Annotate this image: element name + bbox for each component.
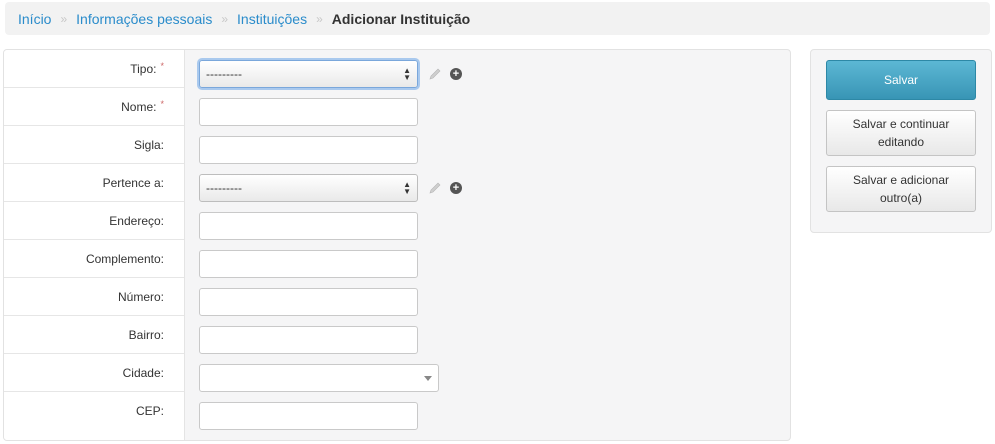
add-circle-icon[interactable]: +: [450, 182, 462, 194]
breadcrumb-link-inicio[interactable]: Início: [18, 11, 51, 27]
breadcrumb-separator: »: [60, 11, 68, 26]
chevron-down-icon: [424, 376, 432, 381]
pencil-icon[interactable]: [428, 67, 442, 81]
bairro-input[interactable]: [199, 326, 418, 354]
cidade-combobox[interactable]: [199, 364, 439, 392]
form-row-pertence-a: Pertence a: --------- ▲ ▼ +: [4, 164, 790, 202]
field-label-pertence-a: Pertence a:: [102, 176, 164, 190]
cep-input[interactable]: [199, 402, 418, 430]
required-marker: *: [160, 61, 164, 71]
required-marker: *: [160, 99, 164, 109]
endereco-input[interactable]: [199, 212, 418, 240]
field-label-complemento: Complemento:: [85, 252, 164, 266]
breadcrumb-link-instituicoes[interactable]: Instituições: [237, 11, 307, 27]
breadcrumb-current: Adicionar Instituição: [331, 10, 471, 27]
pertence-a-select[interactable]: --------- ▲ ▼: [199, 174, 418, 202]
form-row-tipo: Tipo: * --------- ▲ ▼ +: [4, 50, 790, 88]
form-row-endereco: Endereço:: [4, 202, 790, 240]
breadcrumb-link-informacoes-pessoais[interactable]: Informações pessoais: [76, 11, 212, 27]
save-and-continue-button[interactable]: Salvar e continuar editando: [826, 110, 976, 156]
field-label-tipo: Tipo: *: [130, 61, 164, 76]
field-label-endereco: Endereço:: [109, 214, 164, 228]
form-row-sigla: Sigla:: [4, 126, 790, 164]
select-arrows-icon: ▲ ▼: [403, 180, 411, 196]
actions-panel: Salvar Salvar e continuar editando Salva…: [810, 49, 992, 233]
sigla-input[interactable]: [199, 136, 418, 164]
breadcrumb: Início » Informações pessoais » Institui…: [5, 2, 990, 35]
field-label-cidade: Cidade:: [122, 366, 164, 380]
form-row-cidade: Cidade:: [4, 354, 790, 392]
add-circle-icon[interactable]: +: [450, 68, 462, 80]
form-panel: Tipo: * --------- ▲ ▼ + Nome: * Sigla: Pe…: [3, 49, 791, 441]
field-label-numero: Número:: [117, 290, 164, 304]
pencil-icon[interactable]: [428, 181, 442, 195]
form-row-cep: CEP:: [4, 392, 790, 430]
form-row-complemento: Complemento:: [4, 240, 790, 278]
numero-input[interactable]: [199, 288, 418, 316]
complemento-input[interactable]: [199, 250, 418, 278]
form-row-nome: Nome: *: [4, 88, 790, 126]
form-row-numero: Número:: [4, 278, 790, 316]
breadcrumb-separator: »: [221, 11, 229, 26]
field-label-bairro: Bairro:: [128, 328, 164, 342]
nome-input[interactable]: [199, 98, 418, 126]
field-label-nome: Nome: *: [121, 99, 164, 114]
save-and-add-another-button[interactable]: Salvar e adicionar outro(a): [826, 166, 976, 212]
form-row-bairro: Bairro:: [4, 316, 790, 354]
save-button[interactable]: Salvar: [826, 60, 976, 100]
field-label-cep: CEP:: [135, 404, 164, 418]
field-label-sigla: Sigla:: [133, 138, 164, 152]
breadcrumb-separator: »: [316, 11, 323, 26]
tipo-select[interactable]: --------- ▲ ▼: [199, 60, 418, 88]
select-arrows-icon: ▲ ▼: [403, 66, 411, 82]
